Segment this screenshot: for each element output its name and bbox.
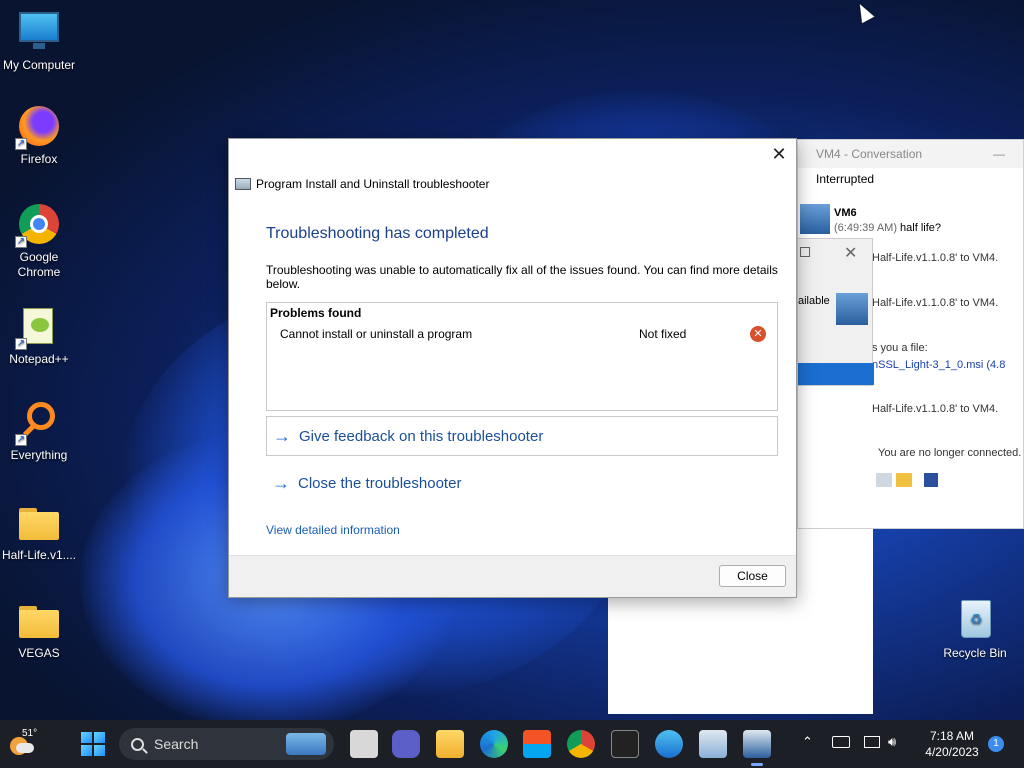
mouse-cursor-icon [853,0,875,24]
recycle-bin-icon: ♻ [953,598,997,642]
arrow-right-icon: → [272,472,290,493]
clock-date: 4/20/2023 [925,745,979,759]
chrome-icon[interactable] [567,730,595,758]
desktop-icon-recycle-bin[interactable]: ♻ Recycle Bin [936,598,1014,661]
search-icon [131,737,144,751]
teams-chat-icon[interactable] [392,730,420,758]
firefox-icon: ↗ [15,104,61,150]
panel-status: ailable [798,295,830,307]
start-button[interactable] [81,732,105,756]
folder-icon [17,500,61,544]
save-icon[interactable] [924,473,938,487]
desktop-icon-vegas-folder[interactable]: VEGAS [0,598,78,661]
cloud-icon [16,743,34,753]
desktop-icon-half-life-folder[interactable]: Half-Life.v1.... [0,500,78,563]
close-icon[interactable]: ✕ [844,243,857,263]
problem-status: Not fixed [639,327,687,341]
weather-widget[interactable]: 51° [8,728,42,760]
chrome-icon: ↗ [15,202,61,248]
taskbar: 51° Search ⌃ 🔊︎ 7:18 AM 4/20/2023 1 [0,720,1024,768]
network-icon[interactable] [864,736,880,748]
task-view-icon[interactable] [350,730,378,758]
problems-found-panel: Problems found Cannot install or uninsta… [266,302,778,411]
troubleshooter-dialog[interactable]: ✕ Program Install and Uninstall troubles… [228,138,797,598]
edge-icon[interactable] [480,730,508,758]
weather-temperature: 51° [22,728,38,739]
file-transfer-panel[interactable]: ✕ ailable [797,238,874,386]
avatar [836,293,868,325]
desktop-icon-chrome[interactable]: ↗ Google Chrome [0,202,78,280]
vm4-sender: VM6 [834,207,857,219]
vm4-title: VM4 - Conversation [816,147,923,161]
notepadpp-icon: ↗ [15,304,61,350]
search-placeholder: Search [154,736,199,752]
desktop-icon-firefox[interactable]: ↗ Firefox [0,104,78,167]
toolbar-icon[interactable] [876,473,892,487]
file-explorer-icon[interactable] [436,730,464,758]
desktop-icon-notepadpp[interactable]: ↗ Notepad++ [0,304,78,367]
arrow-right-icon: → [273,425,291,446]
clock-time: 7:18 AM [929,729,975,743]
give-feedback-label: Give feedback on this troubleshooter [299,427,544,445]
taskbar-clock[interactable]: 7:18 AM 4/20/2023 [916,728,988,760]
close-icon[interactable]: ✕ [770,145,788,163]
vm4-line: You are no longer connected. [878,447,1022,459]
completion-heading: Troubleshooting has completed [266,225,489,242]
desktop-icon-my-computer[interactable]: My Computer [0,10,78,73]
dialog-header: Program Install and Uninstall troublesho… [235,177,489,191]
folder-icon [17,598,61,642]
vm4-status: Interrupted [816,172,875,186]
chevron-up-icon[interactable]: ⌃ [802,734,813,750]
dialog-footer: Close [229,555,796,597]
everything-search-icon: ↗ [15,400,61,446]
vm4-line: Half-Life.v1.1.0.8' to VM4. [872,252,999,264]
completion-description: Troubleshooting was unable to automatica… [266,263,778,291]
messenger-icon[interactable] [655,730,683,758]
close-troubleshooter-link[interactable]: → Close the troubleshooter [266,463,778,503]
search-highlight-icon [286,733,326,755]
vm4-line: Half-Life.v1.1.0.8' to VM4. [872,297,999,309]
taskbar-search-box[interactable]: Search [119,728,334,760]
close-button[interactable]: Close [719,565,786,587]
problem-row[interactable]: Cannot install or uninstall a program No… [267,326,777,345]
terminal-app-icon[interactable] [611,730,639,758]
folder-icon[interactable] [896,473,912,487]
selected-row[interactable] [798,363,874,385]
notification-badge[interactable]: 1 [988,736,1004,752]
troubleshooter-taskbar-icon[interactable] [743,730,771,766]
give-feedback-link[interactable]: → Give feedback on this troubleshooter [266,416,778,456]
vm4-line: Half-Life.v1.1.0.8' to VM4. [872,403,999,415]
vm4-time: (6:49:39 AM) half life? [834,222,942,234]
microsoft-store-icon[interactable] [523,730,551,758]
problem-name: Cannot install or uninstall a program [280,327,473,341]
dialog-title: Program Install and Uninstall troublesho… [256,177,490,191]
keyboard-icon[interactable] [832,736,850,748]
view-detailed-information-link[interactable]: View detailed information [266,523,400,537]
monitor-icon [17,10,61,54]
vm4-file-link[interactable]: nSSL_Light-3_1_0.msi (4.8 [872,359,1005,371]
maximize-icon[interactable] [800,247,810,257]
desktop-icon-everything[interactable]: ↗ Everything [0,400,78,463]
troubleshooter-app-icon [235,178,251,190]
vm4-title-bar[interactable]: VM4 - Conversation — [798,140,1023,168]
vm4-line: s you a file: [872,342,928,354]
problems-found-title: Problems found [270,306,362,320]
close-troubleshooter-label: Close the troubleshooter [298,474,462,492]
windows-logo-icon [81,732,92,743]
error-icon: ✕ [750,326,766,342]
volume-icon[interactable]: 🔊︎ [888,734,896,750]
vm6-avatar [800,204,830,234]
resource-monitor-icon[interactable] [699,730,727,758]
minimize-icon[interactable]: — [993,147,1005,161]
